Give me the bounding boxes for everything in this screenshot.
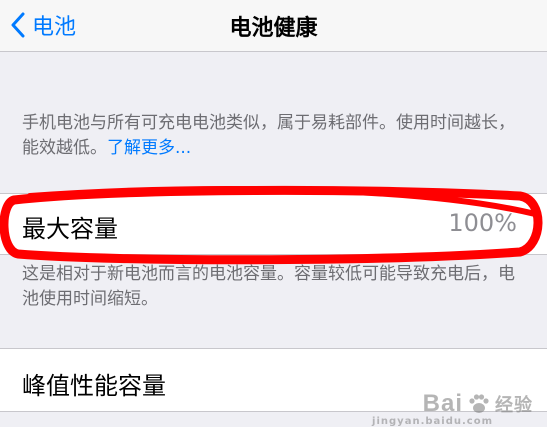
watermark-brand-left: Bai — [422, 390, 463, 417]
max-capacity-row: 最大容量 100% — [0, 193, 547, 255]
battery-description: 手机电池与所有可充电电池类似，属于易耗部件。使用时间越长，能效越低。了解更多..… — [22, 111, 522, 161]
capacity-description: 这是相对于新电池而言的电池容量。容量较低可能导致充电后，电池使用时间缩短。 — [22, 264, 515, 309]
paw-icon — [469, 394, 489, 413]
max-capacity-label: 最大容量 — [22, 215, 118, 243]
max-capacity-value: 100% — [448, 209, 517, 237]
learn-more-link[interactable]: 了解更多... — [107, 138, 191, 158]
baidu-watermark: Bai 经验 jingyan.baidu.com — [372, 390, 533, 427]
watermark-subtext: jingyan.baidu.com — [372, 416, 493, 427]
battery-description-text: 手机电池与所有可充电电池类似，属于易耗部件。使用时间越长，能效越低。 — [22, 113, 515, 158]
watermark-brand-right: 经验 — [495, 395, 533, 416]
peak-performance-label: 峰值性能容量 — [22, 372, 166, 400]
navigation-bar: 电池 电池健康 — [0, 0, 547, 52]
page-title: 电池健康 — [229, 16, 318, 41]
